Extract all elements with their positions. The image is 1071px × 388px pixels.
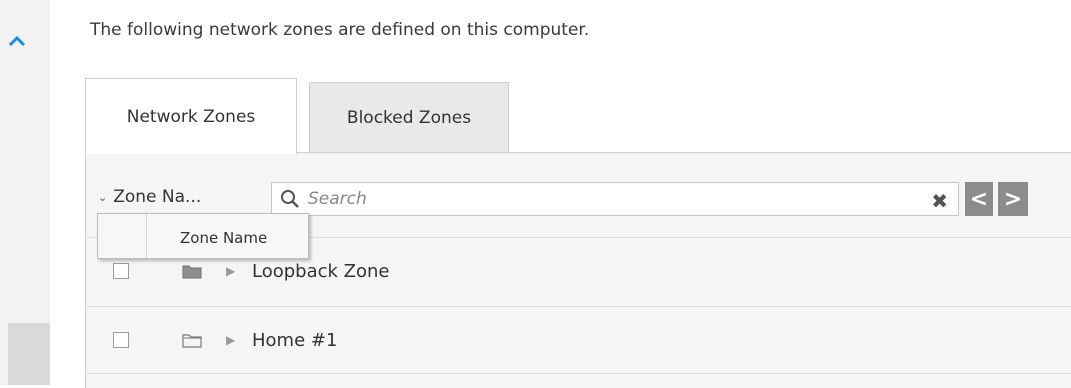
search-icon bbox=[281, 190, 299, 208]
folder-icon bbox=[182, 265, 202, 279]
gutter-shade bbox=[8, 323, 50, 385]
zone-name: Loopback Zone bbox=[252, 260, 390, 282]
tab-network-zones[interactable]: Network Zones bbox=[86, 78, 297, 154]
zones-panel: ⌄ Zone Na... ✖ < > ▶ Loopback Zone bbox=[86, 153, 1071, 388]
column-select-menu: Zone Name bbox=[97, 213, 309, 259]
chevron-down-icon: ⌄ bbox=[98, 190, 108, 204]
prev-page-button[interactable]: < bbox=[965, 182, 993, 216]
row-checkbox[interactable] bbox=[113, 263, 129, 279]
column-select-label: Zone Na... bbox=[113, 187, 202, 207]
tab-blocked-zones[interactable]: Blocked Zones bbox=[309, 82, 509, 152]
expand-arrow-icon[interactable]: ▶ bbox=[226, 264, 235, 278]
menu-item-zone-name[interactable]: Zone Name bbox=[180, 229, 267, 247]
row-checkbox[interactable] bbox=[113, 332, 129, 348]
search-input[interactable] bbox=[306, 188, 910, 210]
column-select-dropdown[interactable]: ⌄ Zone Na... bbox=[98, 187, 201, 207]
left-gutter bbox=[0, 0, 50, 385]
search-box: ✖ bbox=[271, 182, 959, 216]
close-icon[interactable]: ✖ bbox=[931, 189, 948, 213]
folder-icon bbox=[182, 334, 202, 348]
table-row[interactable]: ▶ Home #1 bbox=[86, 306, 1071, 374]
intro-text: The following network zones are defined … bbox=[90, 20, 590, 40]
expand-arrow-icon[interactable]: ▶ bbox=[226, 333, 235, 347]
zone-name: Home #1 bbox=[252, 329, 338, 351]
menu-divider bbox=[146, 214, 147, 258]
next-page-button[interactable]: > bbox=[998, 182, 1028, 216]
chevron-up-icon[interactable] bbox=[8, 34, 26, 48]
